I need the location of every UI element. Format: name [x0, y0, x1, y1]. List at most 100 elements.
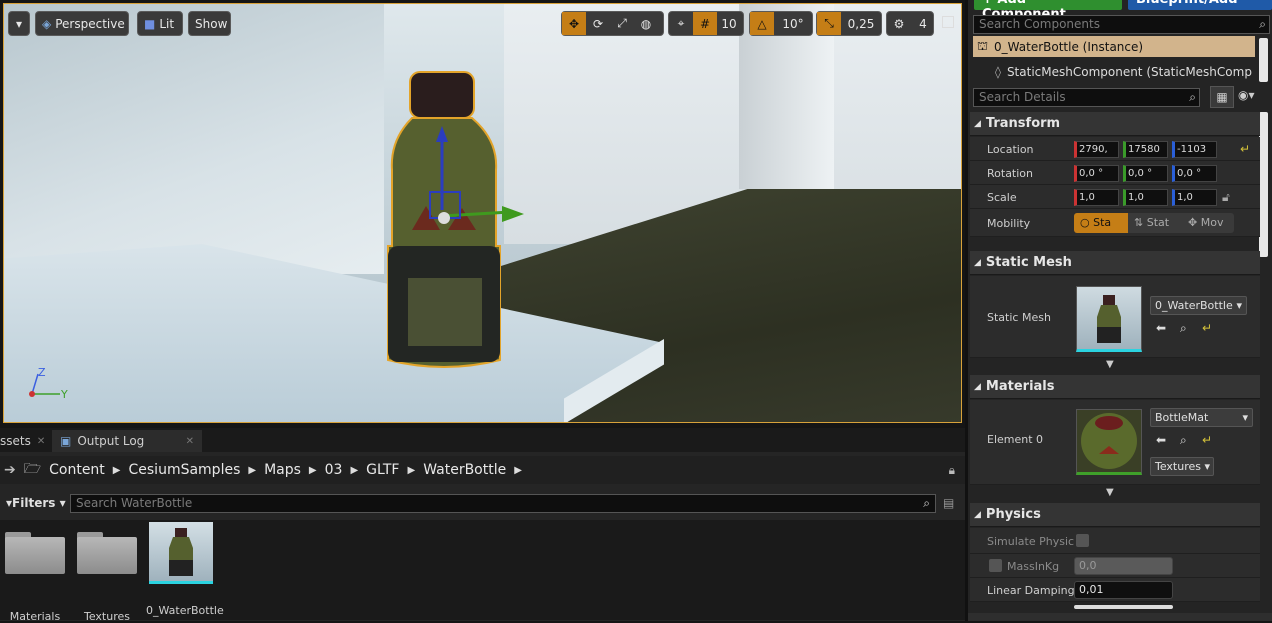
simulate-physics-checkbox[interactable] — [1076, 534, 1089, 547]
breadcrumb-item[interactable]: Content — [49, 462, 105, 478]
scale-snap-icon[interactable]: ⤡ — [817, 12, 841, 35]
use-selected-icon[interactable]: ⬅ — [1156, 321, 1166, 335]
breadcrumb-item[interactable]: CesiumSamples — [129, 462, 241, 478]
grid-snap-group: ⌖ # 10 — [668, 11, 744, 36]
asset-folder-materials[interactable]: Materials — [2, 522, 68, 623]
world-local-icon[interactable]: ◍ — [634, 12, 658, 35]
viewport-options-button[interactable]: ▾ — [8, 11, 30, 36]
breadcrumb-item[interactable]: WaterBottle — [423, 462, 506, 478]
expand-arrow-icon[interactable]: ▼ — [1106, 487, 1114, 498]
rotation-x-field[interactable]: 0,0 ° — [1074, 165, 1119, 182]
save-search-icon[interactable]: ▤ — [943, 496, 954, 510]
scale-tool-icon[interactable]: ⤢ — [610, 12, 634, 35]
details-scrollbar[interactable] — [1259, 112, 1268, 257]
use-selected-icon[interactable]: ⬅ — [1156, 433, 1166, 447]
asset-folder-textures[interactable]: Textures — [74, 522, 140, 623]
bottle-thumbnail-icon — [1097, 295, 1121, 343]
water-bottle-mesh[interactable] — [382, 70, 506, 372]
chevron-right-icon[interactable]: ▶ — [350, 465, 358, 476]
scale-y-field[interactable]: 1,0 — [1123, 189, 1168, 206]
camera-speed-value[interactable]: 4 — [911, 12, 935, 35]
section-transform[interactable]: ◢ Transform — [970, 112, 1260, 136]
rotation-snap-value[interactable]: 10° — [774, 12, 812, 35]
browse-icon[interactable]: ⌕ — [1180, 433, 1187, 448]
lock-icon[interactable]: 🔓︎ — [1222, 190, 1230, 205]
mass-override-checkbox[interactable] — [989, 559, 1002, 572]
rotation-z-field[interactable]: 0,0 ° — [1172, 165, 1217, 182]
section-static-mesh[interactable]: ◢ Static Mesh — [970, 251, 1260, 275]
axis-z-label: Z — [38, 366, 46, 379]
asset-static-mesh[interactable]: 0_WaterBottle — [146, 522, 224, 617]
breadcrumb-item[interactable]: Maps — [264, 462, 301, 478]
mass-field[interactable]: 0,0 — [1074, 557, 1173, 575]
tab-output-log[interactable]: ▣ Output Log ✕ — [52, 430, 202, 452]
mobility-static-button[interactable]: ○ Sta — [1074, 213, 1128, 233]
eye-icon[interactable]: ◉▾ — [1238, 88, 1255, 102]
section-materials[interactable]: ◢ Materials — [970, 375, 1260, 399]
location-z-field[interactable]: -1103 — [1172, 141, 1217, 158]
linear-damping-field[interactable]: 0,01 — [1074, 581, 1173, 599]
chevron-right-icon[interactable]: ▶ — [309, 465, 317, 476]
scale-z-field[interactable]: 1,0 — [1172, 189, 1217, 206]
scale-snap-value[interactable]: 0,25 — [841, 12, 881, 35]
camera-speed-group: ⚙ 4 — [886, 11, 934, 36]
static-mesh-row: Static Mesh 0_WaterBottle ▾ ⬅ ⌕ ↵ — [970, 276, 1260, 358]
component-static-mesh[interactable]: ◊ StaticMeshComponent (StaticMeshCompone — [973, 61, 1255, 82]
lock-icon[interactable]: 🔒︎ — [949, 463, 955, 478]
camera-speed-icon[interactable]: ⚙ — [887, 12, 911, 35]
folder-icon — [5, 532, 65, 574]
perspective-button[interactable]: ◈ Perspective — [35, 11, 129, 36]
chevron-right-icon[interactable]: ▶ — [514, 465, 522, 476]
rotation-y-field[interactable]: 0,0 ° — [1123, 165, 1168, 182]
chevron-down-icon: ▾ — [15, 16, 23, 31]
location-x-field[interactable]: 2790, — [1074, 141, 1119, 158]
scale-x-field[interactable]: 1,0 — [1074, 189, 1119, 206]
material-combo[interactable]: BottleMat ▾ — [1150, 408, 1253, 427]
maximize-viewport-icon[interactable] — [942, 16, 954, 28]
mobility-movable-button[interactable]: ✥ Mov — [1182, 213, 1234, 233]
blueprint-button[interactable]: Blueprint/Add — [1128, 0, 1272, 10]
search-components-input[interactable]: Search Components ⌕ — [973, 15, 1270, 34]
lit-button[interactable]: ■ Lit — [137, 11, 183, 36]
gizmo-arrow-y[interactable] — [502, 206, 526, 222]
section-physics[interactable]: ◢ Physics — [970, 503, 1260, 527]
surface-snap-icon[interactable]: ⌖ — [669, 12, 693, 35]
cube-icon: ■ — [144, 16, 156, 31]
close-icon[interactable]: ✕ — [186, 436, 194, 447]
static-mesh-thumbnail[interactable] — [1076, 286, 1142, 352]
rotation-row: Rotation 0,0 ° 0,0 ° 0,0 ° — [970, 161, 1260, 185]
search-assets-input[interactable]: Search WaterBottle ⌕ — [70, 494, 936, 513]
panel-splitter[interactable] — [965, 0, 968, 621]
filters-button[interactable]: ▾Filters ▾ — [6, 496, 66, 510]
location-y-field[interactable]: 17580 — [1123, 141, 1168, 158]
search-details-input[interactable]: Search Details ⌕ — [973, 88, 1200, 107]
level-viewport[interactable]: ▾ ◈ Perspective ■ Lit Show ✥ ⟳ ⤢ ◍ ⌖ # 1… — [3, 3, 962, 423]
chevron-right-icon[interactable]: ▶ — [407, 465, 415, 476]
property-matrix-icon[interactable]: ▦ — [1210, 86, 1234, 108]
reset-icon[interactable]: ↵ — [1202, 433, 1212, 447]
show-button[interactable]: Show — [188, 11, 231, 36]
close-icon[interactable]: ✕ — [37, 436, 45, 447]
components-scrollbar[interactable] — [1259, 38, 1268, 82]
expand-arrow-icon[interactable]: ▼ — [1106, 359, 1114, 370]
forward-arrow-icon[interactable]: ➔ — [4, 462, 16, 478]
grid-snap-icon[interactable]: # — [693, 12, 717, 35]
browse-icon[interactable]: ⌕ — [1180, 321, 1187, 336]
reset-icon[interactable]: ↵ — [1202, 321, 1212, 335]
static-mesh-combo[interactable]: 0_WaterBottle ▾ — [1150, 296, 1247, 315]
reset-icon[interactable]: ↵ — [1240, 142, 1250, 156]
translate-tool-icon[interactable]: ✥ — [562, 12, 586, 35]
material-thumbnail[interactable] — [1076, 409, 1142, 475]
add-component-button[interactable]: + Add Component — [974, 0, 1122, 22]
mobility-stationary-button[interactable]: ⇅ Stat — [1128, 213, 1182, 233]
grid-snap-value[interactable]: 10 — [717, 12, 741, 35]
chevron-right-icon[interactable]: ▶ — [113, 465, 121, 476]
rotation-snap-icon[interactable]: △ — [750, 12, 774, 35]
breadcrumb-item[interactable]: GLTF — [366, 462, 399, 478]
component-root[interactable]: ⛫ 0_WaterBottle (Instance) — [973, 36, 1255, 57]
breadcrumb-item[interactable]: 03 — [325, 462, 343, 478]
rotate-tool-icon[interactable]: ⟳ — [586, 12, 610, 35]
textures-dropdown[interactable]: Textures ▾ — [1150, 457, 1214, 476]
tab-content-browser[interactable]: ssets ✕ — [0, 430, 52, 452]
chevron-right-icon[interactable]: ▶ — [248, 465, 256, 476]
